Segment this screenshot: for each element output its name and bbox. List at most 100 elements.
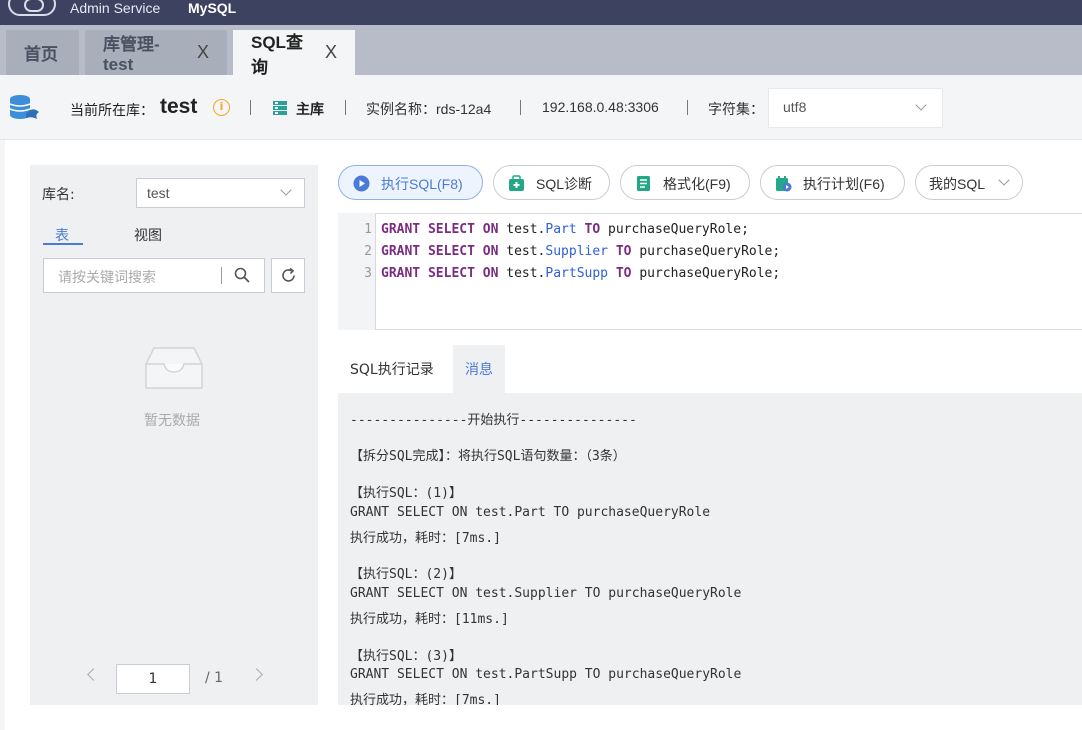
tab-home[interactable]: 首页 xyxy=(6,30,79,75)
tab-tables[interactable]: 表 xyxy=(55,225,69,245)
empty-inbox-icon xyxy=(145,347,203,389)
message-line: 【执行SQL：(1)】 xyxy=(350,486,462,501)
message-line: GRANT SELECT ON test.Part TO purchaseQue… xyxy=(350,505,711,520)
schema-name: test. xyxy=(498,266,546,281)
keyword: SELECT xyxy=(427,222,475,237)
table-name: PartSupp xyxy=(545,266,609,281)
close-icon[interactable]: X xyxy=(325,42,337,63)
sql-diagnose-button[interactable]: SQL诊断 xyxy=(493,165,610,200)
my-sql-label: 我的SQL xyxy=(929,176,986,192)
message-line: GRANT SELECT ON test.PartSupp TO purchas… xyxy=(350,667,742,682)
divider xyxy=(520,100,521,115)
role-name: purchaseQueryRole; xyxy=(631,244,781,259)
current-db-label: 当前所在库： xyxy=(70,103,154,119)
db-type-label: MySQL xyxy=(188,0,237,16)
table-name: Supplier xyxy=(545,244,609,259)
refresh-icon xyxy=(282,267,295,282)
close-icon[interactable]: X xyxy=(197,42,209,63)
keyword: GRANT xyxy=(381,244,421,259)
tab-bar: 首页 库管理-test X SQL查询 X xyxy=(0,25,1082,77)
keyword: TO xyxy=(615,244,632,259)
message-line: 执行成功，耗时：[7ms.] xyxy=(350,531,501,546)
tab-views[interactable]: 视图 xyxy=(134,225,162,245)
my-sql-dropdown[interactable]: 我的SQL xyxy=(915,165,1023,200)
chevron-down-icon xyxy=(280,184,292,196)
keyword: SELECT xyxy=(427,266,475,281)
tab-db-management-label: 库管理-test xyxy=(103,35,160,74)
keyword: GRANT xyxy=(381,222,421,237)
message-line: GRANT SELECT ON test.Supplier TO purchas… xyxy=(350,586,742,601)
keyword: GRANT xyxy=(381,266,421,281)
execute-sql-button[interactable]: 执行SQL(F8) xyxy=(338,165,483,200)
schema-name: test. xyxy=(498,244,546,259)
message-line: 执行成功，耗时：[7ms.] xyxy=(350,693,501,705)
chevron-down-icon xyxy=(915,99,927,111)
database-select-value: test xyxy=(147,185,170,201)
info-icon[interactable]: i xyxy=(213,99,230,116)
line-number: 2 xyxy=(364,244,372,259)
db-role-label: 主库 xyxy=(296,102,324,118)
execute-sql-label: 执行SQL(F8) xyxy=(381,176,463,192)
schema-name: test. xyxy=(498,222,546,237)
play-icon xyxy=(353,175,370,192)
database-icon xyxy=(9,95,39,119)
tab-messages[interactable]: 消息 xyxy=(453,345,505,393)
tab-sql-query-label: SQL查询 xyxy=(251,32,303,77)
execution-plan-button[interactable]: 执行计划(F6) xyxy=(760,165,905,200)
keyword: ON xyxy=(482,244,499,259)
empty-state-text: 暂无数据 xyxy=(144,413,200,429)
diagnose-icon xyxy=(509,175,524,191)
object-browser-panel xyxy=(30,165,318,705)
tab-sql-query[interactable]: SQL查询 X xyxy=(233,30,355,77)
message-line: 【执行SQL：(3)】 xyxy=(350,649,462,664)
primary-db-icon xyxy=(273,101,287,115)
message-line: 【拆分SQL完成】：将执行SQL语句数量：（3条） xyxy=(350,449,626,464)
execution-plan-label: 执行计划(F6) xyxy=(803,176,885,192)
keyword: ON xyxy=(482,266,499,281)
tab-db-management[interactable]: 库管理-test X xyxy=(85,30,227,75)
role-name: purchaseQueryRole; xyxy=(631,266,781,281)
sql-diagnose-label: SQL诊断 xyxy=(536,176,593,192)
divider xyxy=(345,100,346,115)
charset-select[interactable]: utf8 xyxy=(768,88,943,128)
search-icon[interactable] xyxy=(234,267,250,283)
format-label: 格式化(F9) xyxy=(663,176,731,192)
keyword: ON xyxy=(482,222,499,237)
refresh-button[interactable] xyxy=(271,258,305,293)
keyword: TO xyxy=(615,266,632,281)
database-select-label: 库名: xyxy=(42,187,75,203)
table-name: Part xyxy=(545,222,577,237)
keyword: TO xyxy=(584,222,601,237)
line-number: 1 xyxy=(364,222,372,237)
database-select[interactable]: test xyxy=(136,178,305,208)
top-navbar: Admin Service MySQL xyxy=(0,0,1082,25)
line-number: 3 xyxy=(364,266,372,281)
active-tab-indicator xyxy=(43,243,83,245)
messages-panel: ---------------开始执行--------------- 【拆分SQ… xyxy=(338,393,1082,705)
charset-value: utf8 xyxy=(783,99,807,115)
instance-name: 实例名称：rds-12a4 xyxy=(366,101,492,117)
db-address: 192.168.0.48:3306 xyxy=(542,99,659,115)
format-button[interactable]: 格式化(F9) xyxy=(620,165,750,200)
divider xyxy=(221,267,222,284)
page-number-input[interactable]: 1 xyxy=(116,664,190,694)
message-line: 【执行SQL：(2)】 xyxy=(350,567,462,582)
role-name: purchaseQueryRole; xyxy=(600,222,749,237)
format-icon xyxy=(637,176,650,191)
page-total: / 1 xyxy=(205,670,224,686)
code-line[interactable]: GRANT SELECT ON test.Part TO purchaseQue… xyxy=(381,222,749,237)
database-info-bar: 当前所在库： test i 主库 实例名称：rds-12a4 192.168.0… xyxy=(0,75,1082,140)
divider xyxy=(250,100,251,115)
brand-name: Admin Service xyxy=(70,0,161,16)
code-line[interactable]: GRANT SELECT ON test.PartSupp TO purchas… xyxy=(381,266,780,281)
code-line[interactable]: GRANT SELECT ON test.Supplier TO purchas… xyxy=(381,244,780,259)
search-placeholder: 请按关键词搜索 xyxy=(58,270,156,286)
keyword: SELECT xyxy=(427,244,475,259)
message-line: 执行成功，耗时：[11ms.] xyxy=(350,612,509,627)
chevron-down-icon xyxy=(998,174,1010,186)
app-logo-icon xyxy=(8,0,56,16)
message-line: ---------------开始执行--------------- xyxy=(350,413,637,428)
tab-sql-history[interactable]: SQL执行记录 xyxy=(338,345,446,393)
divider xyxy=(687,100,688,115)
charset-label: 字符集： xyxy=(708,101,764,117)
